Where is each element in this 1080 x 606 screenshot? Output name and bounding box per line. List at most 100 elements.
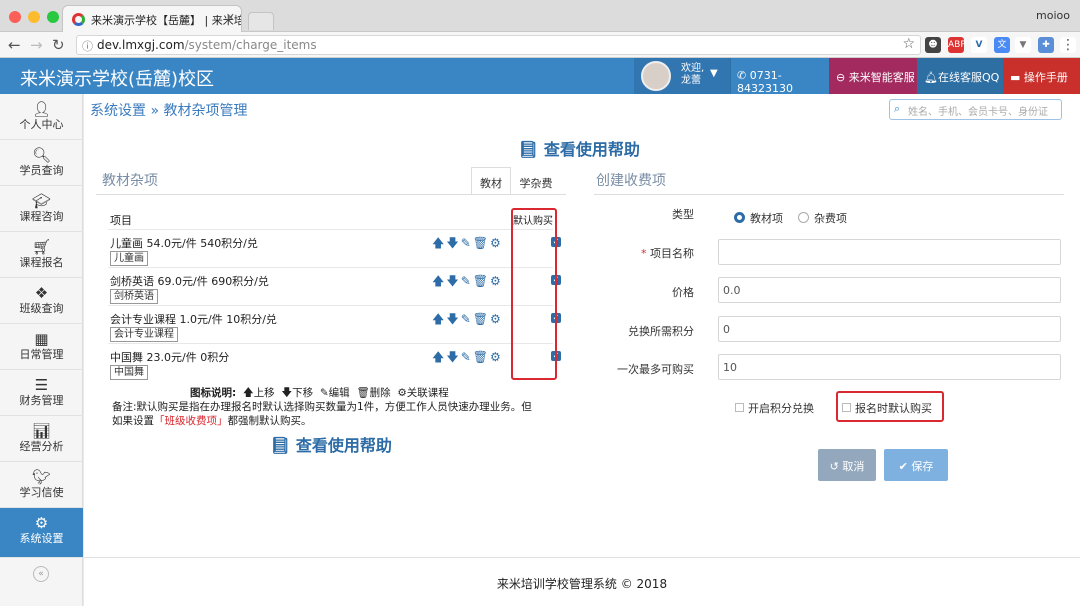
extension-shield-icon[interactable]: ▼ (1015, 37, 1031, 53)
move-up-icon[interactable]: 🡅 (432, 312, 446, 326)
minimize-window-button[interactable] (28, 11, 40, 23)
edit-icon[interactable]: ✎ (461, 236, 473, 250)
extension-v-icon[interactable]: V (971, 37, 987, 53)
max-purchase-field[interactable]: 10 (718, 354, 1061, 380)
table-row: 中国舞 23.0元/件 0积分 中国舞 🡅🡇✎🗑︎⚙ ✓ (108, 343, 561, 381)
sidebar-item-course-consult[interactable]: 🎓︎ 课程咨询 (0, 186, 83, 232)
collapse-sidebar-button[interactable]: « (33, 566, 49, 582)
table-row: 儿童画 54.0元/件 540积分/兑 儿童画 🡅🡇✎🗑︎⚙ ✓ (108, 229, 561, 267)
type-radio-textbook[interactable] (734, 212, 745, 223)
points-field[interactable]: 0 (718, 316, 1061, 342)
gear-icon[interactable]: ⚙ (490, 312, 503, 326)
points-label: 兑换所需积分 (628, 325, 694, 338)
move-down-icon[interactable]: 🡇 (446, 274, 460, 288)
row-actions: 🡅🡇✎🗑︎⚙ (432, 234, 503, 255)
note-class-fee-link[interactable]: 「班级收费项」 (154, 415, 228, 427)
sidebar-item-enroll[interactable]: 🛒︎ 课程报名 (0, 232, 83, 278)
trash-icon[interactable]: 🗑︎ (473, 274, 490, 288)
price-field[interactable]: 0.0 (718, 277, 1061, 303)
bookmark-star-icon[interactable]: ☆ (902, 36, 915, 52)
cart-icon: 🛒︎ (31, 238, 52, 256)
legend-delete: 删除 (369, 387, 391, 399)
type-radio-misc[interactable] (798, 212, 809, 223)
sidebar-item-class-search[interactable]: ❖ 班级查询 (0, 278, 83, 324)
maximize-window-button[interactable] (47, 11, 59, 23)
close-window-button[interactable] (9, 11, 21, 23)
book-icon: ▬ (1010, 71, 1024, 84)
forward-arrow-icon[interactable]: → (30, 36, 43, 54)
tab-divider (96, 194, 566, 195)
gear-icon[interactable]: ⚙ (490, 350, 503, 364)
edit-icon[interactable]: ✎ (461, 350, 473, 364)
extension-ghost-icon[interactable]: ☻ (925, 37, 941, 53)
caret-down-icon: ▼ (710, 68, 718, 79)
cancel-button[interactable]: ↺ 取消 (818, 449, 876, 481)
browser-tab[interactable]: 来米演示学校【岳麓】 | 来米培 ✕ (62, 5, 242, 32)
trash-icon[interactable]: 🗑︎ (473, 312, 490, 326)
gear-icon: ⚙ (394, 387, 407, 399)
sidebar-item-label: 课程报名 (19, 256, 64, 269)
move-up-icon[interactable]: 🡅 (432, 350, 446, 364)
reload-icon[interactable]: ↻ (52, 36, 65, 54)
help-link-label: 查看使用帮助 (543, 140, 640, 159)
info-icon[interactable]: ⓘ (82, 38, 93, 54)
save-button[interactable]: ✔ 保存 (884, 449, 948, 481)
gear-icon[interactable]: ⚙ (490, 236, 503, 250)
url-bar[interactable]: ⓘ dev.lmxgj.com/system/charge_items ☆ (76, 35, 921, 55)
trash-icon[interactable]: 🗑︎ (473, 236, 490, 250)
search-input[interactable]: ⌕ 姓名、手机、会员卡号、身份证 (889, 99, 1062, 120)
cancel-label: 取消 (842, 460, 865, 473)
welcome-username: 龙蕾 (681, 75, 701, 86)
column-header-item: 项目 (110, 214, 132, 227)
list-icon: ☰ (34, 376, 49, 394)
move-down-icon[interactable]: 🡇 (446, 312, 460, 326)
move-up-icon[interactable]: 🡅 (432, 274, 446, 288)
gear-icon[interactable]: ⚙ (490, 274, 503, 288)
qq-service-button[interactable]: 🔔︎在线客服QQ (917, 58, 1003, 94)
move-up-icon[interactable]: 🡅 (432, 236, 446, 250)
close-tab-icon[interactable]: ✕ (226, 11, 235, 24)
search-icon: ⌕ (894, 102, 901, 115)
sidebar-item-settings[interactable]: ⚙ 系统设置 (0, 508, 83, 558)
browser-menu-icon[interactable]: ⋮ (1060, 37, 1076, 53)
twitter-bird-icon: 🐦︎ (31, 468, 52, 486)
help-link-top[interactable]: 📘︎ 查看使用帮助 (518, 136, 640, 160)
extension-translate-icon[interactable]: 文 (994, 37, 1010, 53)
sidebar-item-finance[interactable]: ☰ 财务管理 (0, 370, 83, 416)
sidebar-item-analytics[interactable]: 📊︎ 经营分析 (0, 416, 83, 462)
edit-icon[interactable]: ✎ (461, 274, 473, 288)
adblock-icon[interactable]: ABP (948, 37, 966, 53)
sidebar-item-daily[interactable]: ▦ 日常管理 (0, 324, 83, 370)
check-icon: ✔ (898, 460, 912, 473)
browser-tab-bar: 来米演示学校【岳麓】 | 来米培 ✕ moioo (0, 0, 1080, 32)
price-label: 价格 (672, 286, 694, 299)
move-down-icon[interactable]: 🡇 (446, 236, 460, 250)
item-name-field[interactable] (718, 239, 1061, 265)
manual-button[interactable]: ▬ 操作手册 (1003, 58, 1080, 94)
user-menu[interactable]: 欢迎, 龙蕾 ▼ (634, 58, 730, 94)
new-tab-button[interactable] (248, 12, 274, 30)
graduation-cap-icon: 🎓︎ (31, 192, 52, 210)
tab-textbook[interactable]: 教材 (471, 167, 511, 195)
sidebar-item-profile[interactable]: 👤︎ 个人中心 (0, 94, 83, 140)
sidebar-item-label: 日常管理 (19, 348, 64, 361)
tab-misc-fees[interactable]: 学杂费 (511, 167, 561, 195)
move-down-icon[interactable]: 🡇 (446, 350, 460, 364)
sidebar-item-student-search[interactable]: 🔍︎ 学员查询 (0, 140, 83, 186)
legend-down: 下移 (292, 387, 314, 399)
help-link-bottom[interactable]: 📘︎ 查看使用帮助 (270, 432, 392, 456)
enable-points-checkbox[interactable] (735, 403, 744, 412)
tab-label: 学杂费 (519, 177, 553, 190)
sidebar-item-label: 班级查询 (19, 302, 64, 315)
extension-puzzle-icon[interactable]: ✚ (1038, 37, 1054, 53)
edit-icon[interactable]: ✎ (461, 312, 473, 326)
trash-icon[interactable]: 🗑︎ (473, 350, 490, 364)
sidebar-item-messenger[interactable]: 🐦︎ 学习信使 (0, 462, 83, 508)
smart-service-button[interactable]: ⊖ 来米智能客服 (829, 58, 917, 94)
app-header: 来米演示学校(岳麓)校区 欢迎, 龙蕾 ▼ ✆ 0731-84323130 ⊖ … (0, 58, 1080, 95)
profile-name[interactable]: moioo (1036, 9, 1070, 22)
search-icon: 🔍︎ (31, 146, 52, 164)
row-actions: 🡅🡇✎🗑︎⚙ (432, 272, 503, 293)
back-arrow-icon[interactable]: ← (8, 36, 21, 54)
phone-link[interactable]: ✆ 0731-84323130 (730, 58, 828, 95)
